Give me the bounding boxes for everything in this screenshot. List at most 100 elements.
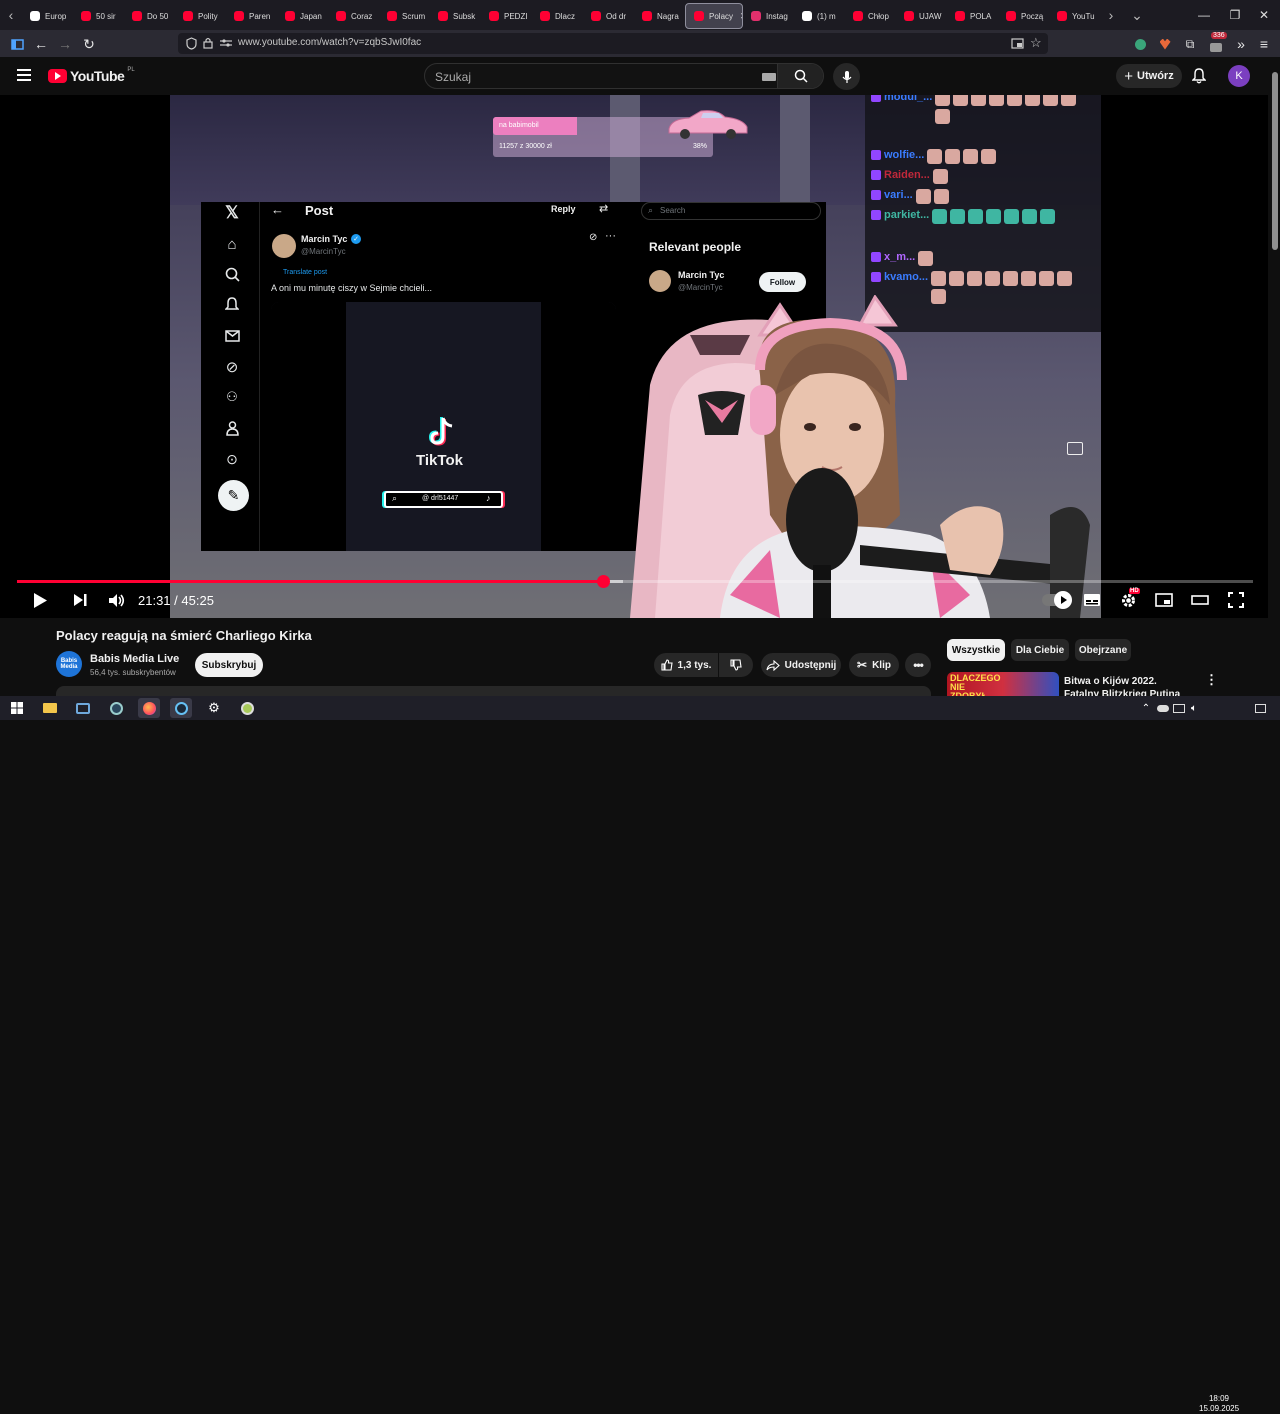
permissions-icon[interactable] bbox=[220, 38, 232, 48]
next-button[interactable] bbox=[68, 588, 92, 612]
more-tools-icon[interactable]: » bbox=[1231, 34, 1251, 54]
autoplay-toggle[interactable] bbox=[1041, 588, 1073, 612]
windows-start-icon[interactable] bbox=[6, 698, 28, 718]
browser-tab[interactable]: Scrum bbox=[379, 3, 430, 29]
browser-tab[interactable]: PEDZI bbox=[481, 3, 532, 29]
avatar[interactable]: K bbox=[1228, 65, 1250, 87]
more-actions-button[interactable]: ••• bbox=[905, 653, 931, 677]
recommendation-title[interactable]: Bitwa o Kijów 2022. Fatalny Blitzkrieg P… bbox=[1064, 675, 1194, 697]
extension-badge-icon[interactable]: 336 bbox=[1206, 32, 1227, 54]
tray-speaker-icon[interactable]: 🔈︎ bbox=[1183, 698, 1205, 718]
extension-shield-icon[interactable] bbox=[1130, 34, 1150, 54]
communities-icon: ⚇ bbox=[226, 389, 238, 404]
browser-tab[interactable]: Polity bbox=[175, 3, 226, 29]
x-search-icon: ⌕ bbox=[648, 205, 654, 215]
taskbar-clock[interactable]: 18:09 15.09.2025 bbox=[1199, 1394, 1239, 1414]
minimize-icon[interactable]: — bbox=[1188, 0, 1220, 30]
recommendation-menu-icon[interactable]: ⋮ bbox=[1205, 672, 1218, 688]
filter-chip[interactable]: Obejrzane bbox=[1075, 639, 1131, 661]
chat-emotes bbox=[918, 251, 934, 266]
like-button[interactable]: 1,3 tys. bbox=[654, 653, 718, 677]
donation-percent: 38% bbox=[693, 143, 708, 150]
close-window-icon[interactable]: ✕ bbox=[1248, 0, 1280, 30]
browser-tab[interactable]: (1) m bbox=[794, 3, 845, 29]
youtube-logo[interactable]: YouTube PL bbox=[48, 67, 135, 85]
search-input[interactable]: Szukaj bbox=[435, 70, 471, 84]
channel-avatar[interactable]: Babis Media bbox=[56, 651, 82, 677]
forward-icon[interactable]: → bbox=[55, 34, 75, 54]
browser-tab[interactable]: POLA bbox=[947, 3, 998, 29]
theater-mode-button[interactable] bbox=[1189, 588, 1211, 612]
notification-center-icon[interactable] bbox=[1249, 698, 1271, 718]
browser-tab[interactable]: 50 sir bbox=[73, 3, 124, 29]
page-scrollbar-thumb[interactable] bbox=[1272, 72, 1278, 250]
app-globe-icon[interactable] bbox=[236, 698, 258, 718]
fullscreen-button[interactable] bbox=[1225, 588, 1247, 612]
browser-tab[interactable]: Dlacz bbox=[532, 3, 583, 29]
channel-name[interactable]: Babis Media Live bbox=[90, 653, 179, 665]
browser-tab[interactable]: Nagra bbox=[634, 3, 685, 29]
browser-tab[interactable]: UJAW bbox=[896, 3, 947, 29]
browser-tab[interactable]: Japan bbox=[277, 3, 328, 29]
back-icon[interactable]: ← bbox=[31, 34, 51, 54]
subscribe-button[interactable]: Subskrybuj bbox=[195, 653, 263, 677]
x-logo-icon: 𝕏 bbox=[225, 203, 239, 222]
share-button[interactable]: Udostępnij bbox=[761, 653, 841, 677]
play-button[interactable] bbox=[28, 588, 52, 612]
firefox-icon[interactable] bbox=[138, 698, 160, 718]
tab-list-dropdown-icon[interactable]: ⌄ bbox=[1126, 0, 1148, 30]
bookmark-star-icon[interactable]: ☆ bbox=[1030, 35, 1042, 51]
search-button[interactable] bbox=[777, 64, 823, 88]
browser-tab[interactable]: Chłop bbox=[845, 3, 896, 29]
page-scrollbar[interactable] bbox=[1270, 57, 1280, 697]
video-player[interactable]: na babimobil 11257 z 30000 zł 38% 𝕏 ⌂ ⊘ … bbox=[0, 95, 1268, 618]
restore-icon[interactable]: ❐ bbox=[1219, 0, 1251, 30]
url-bar[interactable]: www.youtube.com/watch?v=zqbSJwI0fac ☆ bbox=[178, 33, 1048, 54]
fullscreen-icon bbox=[1228, 592, 1244, 608]
mute-button[interactable] bbox=[104, 588, 128, 612]
browser-tab[interactable]: Europ bbox=[22, 3, 73, 29]
scrubber-handle[interactable] bbox=[596, 575, 610, 588]
subtitles-button[interactable] bbox=[1081, 588, 1103, 612]
steam-running-icon[interactable] bbox=[170, 698, 192, 718]
browser-tab[interactable]: Do 50 bbox=[124, 3, 175, 29]
tab-label: Chłop bbox=[868, 11, 889, 21]
extension-fox-icon[interactable] bbox=[1155, 34, 1175, 54]
tab-label: UJAW bbox=[919, 11, 942, 21]
browser-tab[interactable]: Coraz bbox=[328, 3, 379, 29]
extensions-puzzle-icon[interactable]: ⧉ bbox=[1180, 34, 1200, 54]
tabs-scroll-right-icon[interactable]: › bbox=[1100, 0, 1122, 30]
menu-icon[interactable]: ≡ bbox=[1254, 34, 1274, 54]
progress-bar[interactable] bbox=[17, 575, 1253, 588]
dislike-button[interactable] bbox=[719, 653, 753, 677]
sidebar-toggle-icon[interactable] bbox=[7, 34, 27, 54]
filter-chip[interactable]: Dla Ciebie bbox=[1011, 639, 1069, 661]
browser-tab[interactable]: YouTu bbox=[1049, 3, 1100, 29]
tab-favicon-icon bbox=[30, 11, 40, 21]
browser-tab[interactable]: Począ bbox=[998, 3, 1049, 29]
share-label: Udostępnij bbox=[784, 659, 837, 671]
guide-menu-icon[interactable] bbox=[17, 69, 31, 81]
miniplayer-button[interactable] bbox=[1153, 588, 1175, 612]
keyboard-icon[interactable] bbox=[762, 73, 776, 81]
app-window-icon[interactable] bbox=[72, 698, 94, 718]
settings-button[interactable]: HD bbox=[1117, 588, 1140, 612]
browser-tab[interactable]: Polacy✕ bbox=[685, 3, 743, 29]
filter-chip[interactable]: Wszystkie bbox=[947, 639, 1005, 661]
picture-in-picture-icon[interactable] bbox=[1011, 38, 1024, 49]
browser-tab[interactable]: Paren bbox=[226, 3, 277, 29]
tabs-scroll-left-icon[interactable]: ‹ bbox=[0, 0, 22, 30]
notifications-bell-icon[interactable] bbox=[1191, 68, 1207, 89]
clip-button[interactable]: ✂ Klip bbox=[849, 653, 899, 677]
voice-search-button[interactable] bbox=[833, 63, 860, 90]
browser-tab[interactable]: Subsk bbox=[430, 3, 481, 29]
chat-emote-icon bbox=[950, 209, 966, 224]
create-button[interactable]: + Utwórz bbox=[1116, 64, 1182, 88]
browser-tab[interactable]: Od dr bbox=[583, 3, 634, 29]
recommendation-thumbnail[interactable]: DLACZEGO NIE ZDOBYŁ bbox=[947, 672, 1059, 696]
steam-icon[interactable] bbox=[105, 698, 127, 718]
browser-tab[interactable]: Instag bbox=[743, 3, 794, 29]
reload-icon[interactable]: ↻ bbox=[79, 34, 99, 54]
settings-gear-icon[interactable]: ⚙ bbox=[203, 698, 225, 718]
file-explorer-icon[interactable] bbox=[39, 698, 61, 718]
